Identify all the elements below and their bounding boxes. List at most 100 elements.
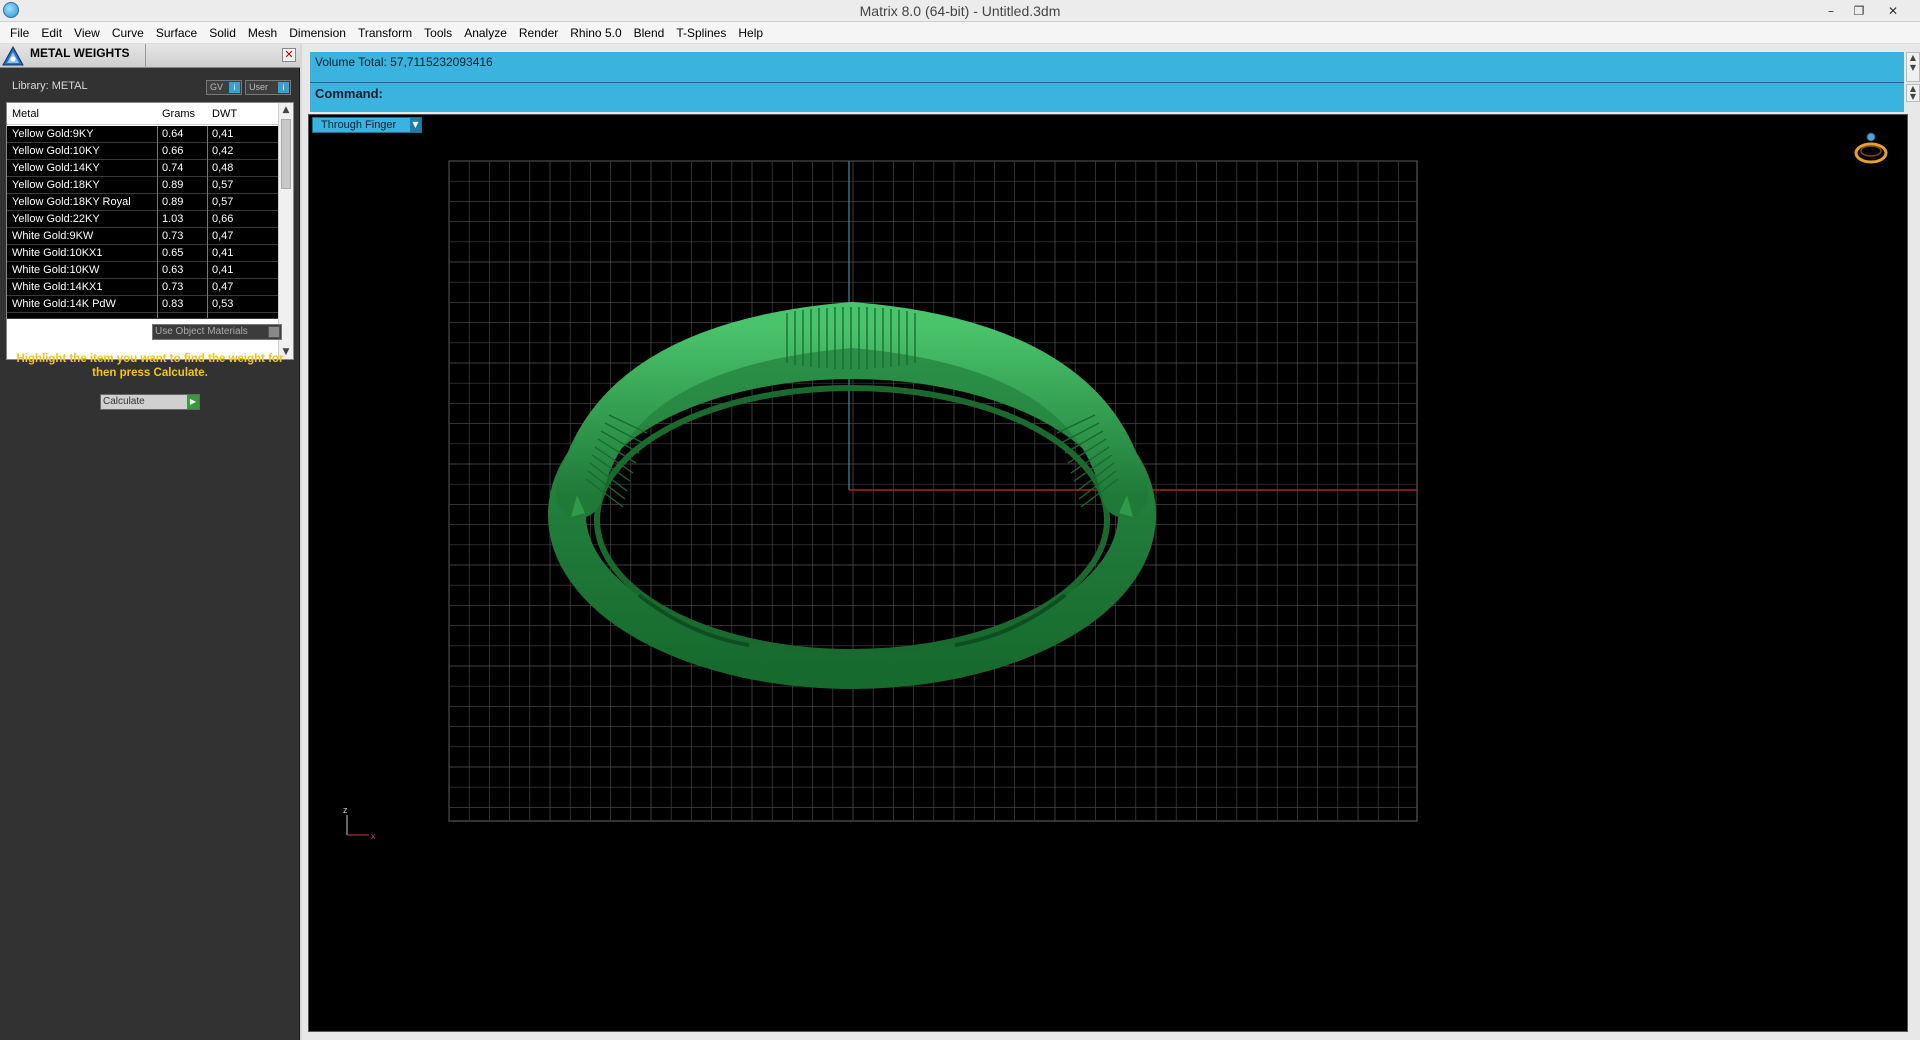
menu-curve[interactable]: Curve — [106, 23, 150, 43]
menu-tsplines[interactable]: T-Splines — [670, 23, 732, 43]
menu-rhino[interactable]: Rhino 5.0 — [564, 23, 627, 43]
cell-metal: Yellow Gold:18KY — [12, 179, 100, 191]
axis-z-label: z — [343, 805, 348, 815]
cell-grams: 0.66 — [162, 145, 184, 157]
table-row[interactable]: White Gold:10KW 0.63 0,41 — [7, 262, 279, 279]
table-row[interactable]: White Gold:9KW 0.73 0,47 — [7, 228, 279, 245]
menu-surface[interactable]: Surface — [150, 23, 203, 43]
cell-dwt: 0,57 — [212, 196, 234, 208]
history-scroll-icon[interactable]: ▲ ▼ — [1906, 52, 1920, 82]
cell-grams: 0.65 — [162, 247, 184, 259]
col-dwt[interactable]: DWT — [212, 108, 237, 120]
table-row[interactable]: Yellow Gold:18KY 0.89 0,57 — [7, 177, 279, 194]
col-grams[interactable]: Grams — [162, 108, 195, 120]
cell-metal: Yellow Gold:14KY — [12, 162, 100, 174]
table-scrollbar[interactable]: ▲ ▼ — [278, 103, 293, 359]
gv-label: GV — [210, 82, 224, 92]
menu-blend[interactable]: Blend — [628, 23, 671, 43]
table-row-partial[interactable] — [7, 313, 279, 319]
cell-dwt: 0,53 — [212, 298, 234, 310]
ring-view-icon[interactable] — [1854, 132, 1888, 164]
table-row[interactable]: Yellow Gold:9KY 0.64 0,41 — [7, 126, 279, 143]
menu-mesh[interactable]: Mesh — [242, 23, 283, 43]
cell-dwt: 0,47 — [212, 230, 234, 242]
checkbox-icon — [268, 326, 280, 338]
table-row[interactable]: Yellow Gold:18KY Royal 0.89 0,57 — [7, 194, 279, 211]
cell-dwt: 0,41 — [212, 128, 234, 140]
close-window-button[interactable]: ✕ — [1880, 2, 1906, 20]
user-toggle[interactable]: User i — [245, 80, 291, 95]
cell-grams: 0.63 — [162, 264, 184, 276]
cell-dwt: 0,66 — [212, 213, 234, 225]
table-row[interactable]: Yellow Gold:22KY 1.03 0,66 — [7, 211, 279, 228]
cell-dwt: 0,48 — [212, 162, 234, 174]
table-header: Metal Grams DWT — [7, 103, 279, 125]
command-history: Volume Total: 57,7115232093416 — [310, 52, 1904, 83]
view-name: Through Finger — [321, 119, 397, 131]
menu-file[interactable]: File — [4, 23, 35, 43]
menu-analyze[interactable]: Analyze — [458, 23, 513, 43]
command-output: Volume Total: 57,7115232093416 — [315, 55, 493, 69]
calculate-label: Calculate — [103, 396, 145, 407]
cell-grams: 0.73 — [162, 281, 184, 293]
cell-metal: Yellow Gold:9KY — [12, 128, 94, 140]
ring-model[interactable] — [548, 301, 1156, 689]
restore-button[interactable]: ❐ — [1846, 2, 1872, 20]
instruction-text: Highlight the item you want to find the … — [16, 353, 284, 379]
cell-dwt: 0,41 — [212, 264, 234, 276]
table-row[interactable]: White Gold:14K PdW 0.83 0,53 — [7, 296, 279, 313]
menu-help[interactable]: Help — [732, 23, 769, 43]
cell-dwt: 0,57 — [212, 179, 234, 191]
workspace: Volume Total: 57,7115232093416 Command: … — [302, 44, 1920, 1040]
play-arrow-icon: ▶ — [187, 395, 199, 409]
viewport-canvas[interactable]: z x — [309, 115, 1909, 1033]
menu-render[interactable]: Render — [513, 23, 564, 43]
col-metal[interactable]: Metal — [12, 108, 39, 120]
command-scroll-icon[interactable]: ▲ ▼ — [1906, 84, 1920, 102]
menu-view[interactable]: View — [68, 23, 106, 43]
use-object-materials-label: Use Object Materials — [155, 326, 248, 337]
command-area: Volume Total: 57,7115232093416 Command: … — [310, 52, 1920, 112]
minimize-button[interactable]: – — [1818, 2, 1844, 20]
user-toggle-icon: i — [278, 82, 289, 93]
window-title: Matrix 8.0 (64-bit) - Untitled.3dm — [859, 3, 1061, 19]
metal-weights-panel: METAL WEIGHTS ✕ Library: METAL GV i User… — [0, 44, 300, 1040]
cell-dwt: 0,47 — [212, 281, 234, 293]
matrix-logo-icon — [2, 46, 24, 66]
cell-metal: White Gold:14K PdW — [12, 298, 116, 310]
table-row[interactable]: White Gold:14KX1 0.73 0,47 — [7, 279, 279, 296]
scroll-up-icon[interactable]: ▲ — [279, 103, 293, 117]
use-object-materials-checkbox[interactable]: Use Object Materials — [152, 324, 282, 340]
cell-grams: 0.64 — [162, 128, 184, 140]
library-label: Library: METAL — [12, 80, 88, 92]
table-row[interactable]: Yellow Gold:14KY 0.74 0,48 — [7, 160, 279, 177]
cell-dwt: 0,42 — [212, 145, 234, 157]
cell-metal: White Gold:10KX1 — [12, 247, 103, 259]
scroll-thumb[interactable] — [281, 119, 291, 189]
table-row[interactable]: White Gold:10KX1 0.65 0,41 — [7, 245, 279, 262]
table-row[interactable]: Yellow Gold:10KY 0.66 0,42 — [7, 143, 279, 160]
matrix-app-window: Matrix 8.0 (64-bit) - Untitled.3dm – ❐ ✕… — [0, 0, 1920, 1040]
cell-grams: 0.73 — [162, 230, 184, 242]
menu-edit[interactable]: Edit — [35, 23, 68, 43]
menu-dimension[interactable]: Dimension — [283, 23, 352, 43]
command-prompt: Command: — [315, 86, 383, 101]
cell-metal: White Gold:9KW — [12, 230, 94, 242]
title-bar: Matrix 8.0 (64-bit) - Untitled.3dm – ❐ ✕ — [0, 0, 1920, 22]
3d-viewport[interactable]: z x Through Finger ▼ — [308, 114, 1908, 1032]
panel-title: METAL WEIGHTS — [30, 46, 130, 60]
menu-transform[interactable]: Transform — [352, 23, 418, 43]
panel-close-icon[interactable]: ✕ — [282, 48, 296, 62]
command-line[interactable]: Command: — [310, 84, 1904, 102]
cell-grams: 0.74 — [162, 162, 184, 174]
panel-header: METAL WEIGHTS ✕ — [0, 44, 300, 68]
cell-metal: Yellow Gold:22KY — [12, 213, 100, 225]
menu-solid[interactable]: Solid — [203, 23, 242, 43]
gv-toggle[interactable]: GV i — [206, 80, 242, 95]
calculate-button[interactable]: Calculate ▶ — [100, 394, 200, 410]
cell-metal: White Gold:14KX1 — [12, 281, 103, 293]
cell-grams: 0.83 — [162, 298, 184, 310]
menu-tools[interactable]: Tools — [418, 23, 458, 43]
table-body: Yellow Gold:9KY 0.64 0,41 Yellow Gold:10KY… — [7, 126, 279, 319]
view-dropdown[interactable]: Through Finger ▼ — [312, 117, 422, 133]
